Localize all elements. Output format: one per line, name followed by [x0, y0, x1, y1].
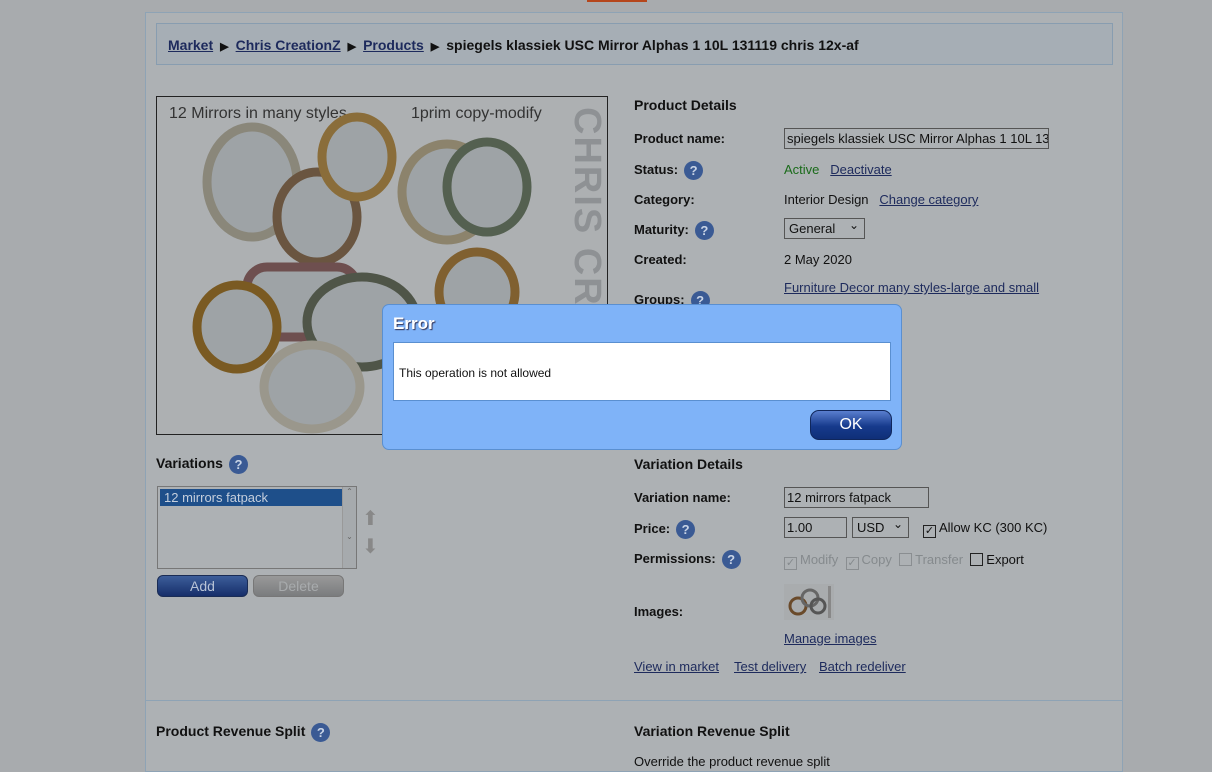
breadcrumb-market[interactable]: Market — [168, 37, 213, 53]
manage-images-link[interactable]: Manage images — [784, 631, 877, 646]
add-variation-button[interactable]: Add — [157, 575, 248, 597]
dialog-message: This operation is not allowed — [399, 366, 552, 380]
status-value-row: Active Deactivate — [784, 162, 892, 177]
category-value: Interior Design — [784, 192, 869, 207]
batch-redeliver-link[interactable]: Batch redeliver — [819, 659, 906, 674]
breadcrumb-separator: ▶ — [430, 41, 440, 53]
category-row: Interior Design Change category — [784, 192, 978, 207]
images-label: Images: — [634, 604, 684, 619]
currency-select[interactable]: USD — [852, 517, 909, 538]
dialog-body: This operation is not allowed — [393, 342, 891, 401]
help-icon[interactable]: ? — [721, 550, 741, 569]
category-label: Category: — [634, 192, 695, 207]
variations-heading-row: Variations? — [156, 455, 248, 474]
top-accent-bar — [587, 0, 647, 2]
breadcrumb-separator: ▶ — [347, 41, 357, 53]
status-value: Active — [784, 162, 820, 177]
section-divider — [146, 700, 1122, 701]
variations-heading: Variations — [156, 455, 223, 472]
perm-modify[interactable]: ✓ Modify — [784, 552, 838, 570]
error-dialog: Error This operation is not allowed OK — [382, 304, 902, 450]
price-input[interactable]: 1.00 — [784, 517, 847, 538]
perm-transfer[interactable]: Transfer — [899, 552, 963, 567]
view-in-market-link[interactable]: View in market — [634, 659, 719, 674]
group-link[interactable]: Furniture Decor many styles-large and sm… — [784, 280, 1039, 295]
status-row: Status:? — [634, 161, 704, 180]
move-up-icon[interactable]: ⬆ — [362, 506, 379, 531]
status-label: Status: — [634, 161, 679, 177]
change-category-link[interactable]: Change category — [879, 192, 978, 207]
permissions-row: Permissions:? — [634, 550, 741, 569]
test-delivery-link[interactable]: Test delivery — [734, 659, 806, 674]
permissions-checkboxes: ✓ Modify ✓ Copy Transfer Export — [784, 552, 1024, 570]
product-revenue-heading-row: Product Revenue Split? — [156, 723, 331, 742]
perm-copy[interactable]: ✓ Copy — [845, 552, 892, 570]
delete-variation-button[interactable]: Delete — [253, 575, 344, 597]
move-down-icon[interactable]: ⬇ — [362, 534, 379, 559]
breadcrumb-separator: ▶ — [220, 41, 229, 53]
created-value: 2 May 2020 — [784, 252, 852, 267]
help-icon[interactable]: ? — [311, 723, 331, 742]
product-details-heading: Product Details — [634, 97, 737, 113]
price-row: Price:? — [634, 520, 696, 539]
ok-button[interactable]: OK — [810, 410, 892, 440]
maturity-row: Maturity:? — [634, 221, 714, 240]
created-label: Created: — [634, 252, 687, 267]
help-icon[interactable]: ? — [694, 221, 714, 240]
maturity-label: Maturity: — [634, 221, 689, 237]
price-label: Price: — [634, 520, 671, 536]
variation-name-label: Variation name: — [634, 490, 731, 505]
allow-kc-checkbox[interactable]: ✓ Allow KC (300 KC) — [923, 520, 1047, 538]
variation-image-thumbnail[interactable] — [784, 584, 834, 620]
product-revenue-heading: Product Revenue Split — [156, 723, 306, 740]
override-text: Override the product revenue split — [634, 754, 830, 769]
breadcrumb-current: spiegels klassiek USC Mirror Alphas 1 10… — [446, 37, 859, 53]
allow-kc-label: Allow KC (300 KC) — [939, 520, 1048, 535]
permissions-label: Permissions: — [634, 550, 716, 566]
breadcrumb: Market ▶ Chris CreationZ ▶ Products ▶ spiegels… — [156, 23, 1113, 65]
breadcrumb-products[interactable]: Products — [363, 37, 424, 53]
variation-name-input[interactable]: 12 mirrors fatpack — [784, 487, 929, 508]
variations-list[interactable]: 12 mirrors fatpack ⌃ ⌄ — [157, 486, 357, 569]
perm-export[interactable]: Export — [970, 552, 1024, 567]
breadcrumb-store[interactable]: Chris CreationZ — [236, 37, 341, 53]
help-icon[interactable]: ? — [676, 520, 696, 539]
maturity-select[interactable]: General — [784, 218, 865, 239]
help-icon[interactable]: ? — [228, 455, 248, 474]
help-icon[interactable]: ? — [684, 161, 704, 180]
variation-details-heading: Variation Details — [634, 456, 743, 472]
product-name-input[interactable]: spiegels klassiek USC Mirror Alphas 1 10… — [784, 128, 1049, 149]
dialog-title: Error — [393, 314, 435, 333]
variation-revenue-heading: Variation Revenue Split — [634, 723, 790, 739]
product-name-label: Product name: — [634, 131, 726, 146]
list-scrollbar[interactable]: ⌃ ⌄ — [342, 487, 356, 568]
checkbox-checked-icon[interactable]: ✓ — [923, 525, 936, 538]
deactivate-link[interactable]: Deactivate — [830, 162, 891, 177]
list-item[interactable]: 12 mirrors fatpack — [160, 489, 342, 506]
